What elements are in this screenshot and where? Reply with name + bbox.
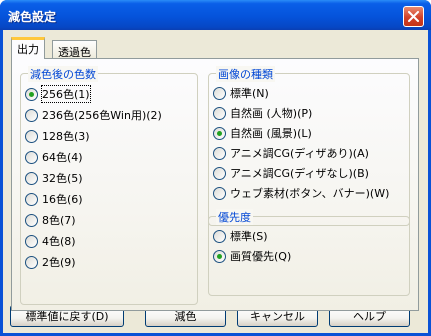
image-type-standard-radio[interactable] bbox=[213, 86, 226, 100]
tab-transparent-color[interactable]: 透過色 bbox=[52, 40, 97, 60]
color-4-option[interactable]: 4色(8) bbox=[25, 233, 76, 249]
close-button[interactable] bbox=[403, 6, 424, 27]
image-type-web-option[interactable]: ウェブ素材(ボタン、バナー)(W) bbox=[213, 185, 389, 201]
image-type-group: 画像の種類 標準(N) 自然画 (人物)(P) 自然画 (風景)(L) アニメ調… bbox=[208, 66, 410, 226]
image-type-landscape-label: 自然画 (風景)(L) bbox=[230, 127, 312, 140]
color-4-label: 4色(8) bbox=[42, 235, 76, 248]
color-64-radio[interactable] bbox=[25, 150, 38, 164]
color-236-label: 236色(256色Win用)(2) bbox=[42, 109, 162, 122]
color-8-label: 8色(7) bbox=[42, 214, 76, 227]
color-4-radio[interactable] bbox=[25, 234, 38, 248]
image-type-standard-option[interactable]: 標準(N) bbox=[213, 85, 269, 101]
image-type-portrait-label: 自然画 (人物)(P) bbox=[230, 107, 313, 120]
color-128-radio[interactable] bbox=[25, 129, 38, 143]
image-type-anime-nodither-radio[interactable] bbox=[213, 166, 226, 180]
image-type-web-label: ウェブ素材(ボタン、バナー)(W) bbox=[230, 187, 390, 200]
priority-standard-label: 標準(S) bbox=[230, 230, 268, 243]
color-256-radio[interactable] bbox=[25, 87, 38, 101]
color-2-radio[interactable] bbox=[25, 255, 38, 269]
color-256-option[interactable]: 256色(1) bbox=[25, 85, 91, 103]
tab-panel-output: 減色後の色数 256色(1) 236色(256色Win用)(2) 128色(3)… bbox=[11, 58, 419, 311]
image-type-anime-nodither-option[interactable]: アニメ調CG(ディザなし)(B) bbox=[213, 165, 369, 181]
priority-standard-radio[interactable] bbox=[213, 229, 226, 243]
priority-quality-label: 画質優先(Q) bbox=[230, 250, 292, 263]
image-type-anime-dither-radio[interactable] bbox=[213, 146, 226, 160]
color-2-label: 2色(9) bbox=[42, 256, 76, 269]
color-32-radio[interactable] bbox=[25, 171, 38, 185]
color-32-label: 32色(5) bbox=[42, 172, 83, 185]
image-type-portrait-option[interactable]: 自然画 (人物)(P) bbox=[213, 105, 312, 121]
color-128-option[interactable]: 128色(3) bbox=[25, 128, 90, 144]
color-count-group: 減色後の色数 256色(1) 236色(256色Win用)(2) 128色(3)… bbox=[20, 66, 198, 305]
priority-quality-option[interactable]: 画質優先(Q) bbox=[213, 248, 291, 264]
image-type-standard-label: 標準(N) bbox=[230, 87, 269, 100]
color-16-radio[interactable] bbox=[25, 192, 38, 206]
image-type-landscape-radio[interactable] bbox=[213, 126, 226, 140]
tab-output-label: 出力 bbox=[17, 43, 39, 56]
image-type-anime-nodither-label: アニメ調CG(ディザなし)(B) bbox=[230, 167, 369, 180]
image-type-anime-dither-label: アニメ調CG(ディザあり)(A) bbox=[230, 147, 369, 160]
color-32-option[interactable]: 32色(5) bbox=[25, 170, 83, 186]
color-count-group-title: 減色後の色数 bbox=[28, 66, 98, 82]
dialog-window: 減色設定 出力 透過色 減色後の色数 256色(1) 236色(256色Win用… bbox=[0, 0, 431, 336]
color-236-option[interactable]: 236色(256色Win用)(2) bbox=[25, 107, 162, 123]
color-236-radio[interactable] bbox=[25, 108, 38, 122]
title-bar[interactable]: 減色設定 bbox=[0, 0, 431, 30]
color-256-label: 256色(1) bbox=[41, 85, 91, 103]
color-64-label: 64色(4) bbox=[42, 151, 83, 164]
priority-quality-radio[interactable] bbox=[213, 249, 226, 263]
color-16-label: 16色(6) bbox=[42, 193, 83, 206]
window-title: 減色設定 bbox=[8, 10, 57, 24]
image-type-landscape-option[interactable]: 自然画 (風景)(L) bbox=[213, 125, 312, 141]
image-type-web-radio[interactable] bbox=[213, 186, 226, 200]
color-8-radio[interactable] bbox=[25, 213, 38, 227]
image-type-group-title: 画像の種類 bbox=[216, 66, 275, 82]
priority-group-title: 優先度 bbox=[216, 209, 253, 225]
dialog-body: 出力 透過色 減色後の色数 256色(1) 236色(256色Win用)(2) … bbox=[3, 30, 428, 333]
color-8-option[interactable]: 8色(7) bbox=[25, 212, 76, 228]
image-type-anime-dither-option[interactable]: アニメ調CG(ディザあり)(A) bbox=[213, 145, 369, 161]
color-128-label: 128色(3) bbox=[42, 130, 90, 143]
color-64-option[interactable]: 64色(4) bbox=[25, 149, 83, 165]
image-type-portrait-radio[interactable] bbox=[213, 106, 226, 120]
priority-standard-option[interactable]: 標準(S) bbox=[213, 228, 268, 244]
color-16-option[interactable]: 16色(6) bbox=[25, 191, 83, 207]
priority-group: 優先度 標準(S) 画質優先(Q) bbox=[208, 209, 410, 296]
color-2-option[interactable]: 2色(9) bbox=[25, 254, 76, 270]
tab-output[interactable]: 出力 bbox=[11, 37, 45, 59]
